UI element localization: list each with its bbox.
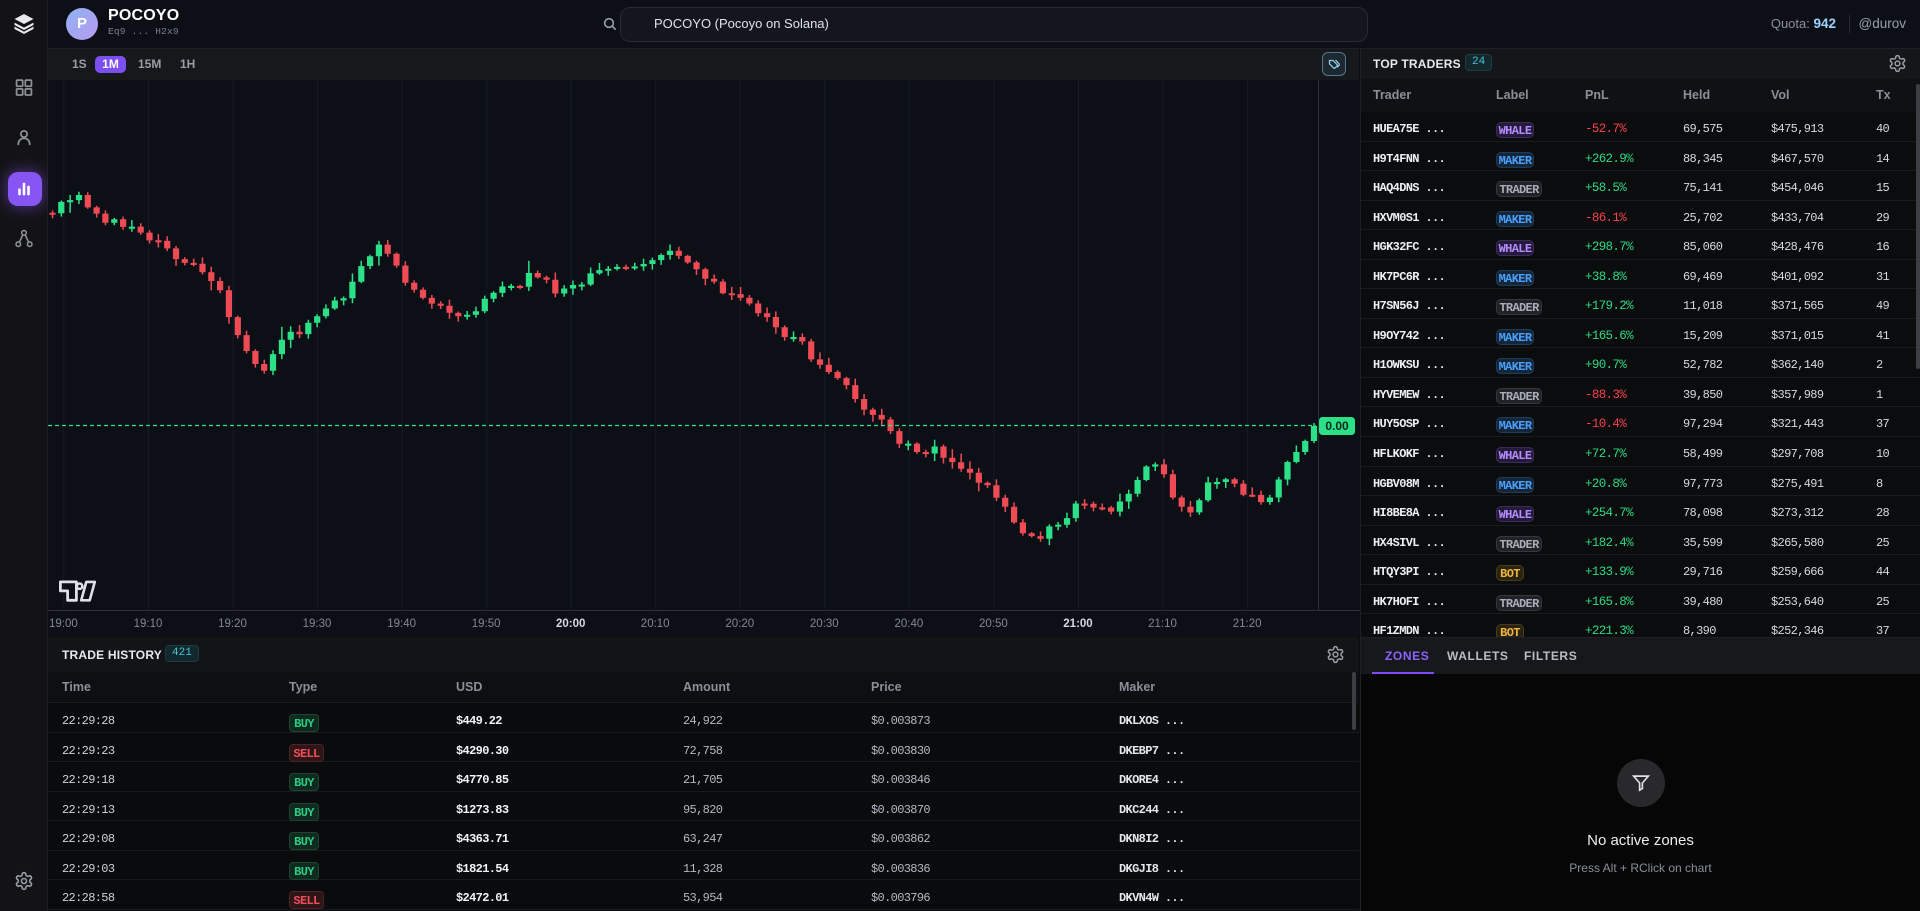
svg-text:0.00: 0.00 xyxy=(1325,419,1349,433)
svg-text:19:30: 19:30 xyxy=(303,618,332,630)
svg-text:19:20: 19:20 xyxy=(218,618,247,630)
svg-text:20:00: 20:00 xyxy=(556,618,585,630)
svg-text:21:10: 21:10 xyxy=(1148,618,1177,630)
svg-text:19:40: 19:40 xyxy=(387,618,416,630)
svg-text:20:50: 20:50 xyxy=(979,618,1008,630)
svg-text:20:40: 20:40 xyxy=(895,618,924,630)
svg-text:20:20: 20:20 xyxy=(725,618,754,630)
svg-text:20:10: 20:10 xyxy=(641,618,670,630)
svg-text:21:00: 21:00 xyxy=(1063,618,1092,630)
svg-text:19:50: 19:50 xyxy=(472,618,501,630)
svg-text:20:30: 20:30 xyxy=(810,618,839,630)
svg-text:19:00: 19:00 xyxy=(49,618,78,630)
svg-text:19:10: 19:10 xyxy=(134,618,163,630)
svg-text:21:20: 21:20 xyxy=(1233,618,1262,630)
